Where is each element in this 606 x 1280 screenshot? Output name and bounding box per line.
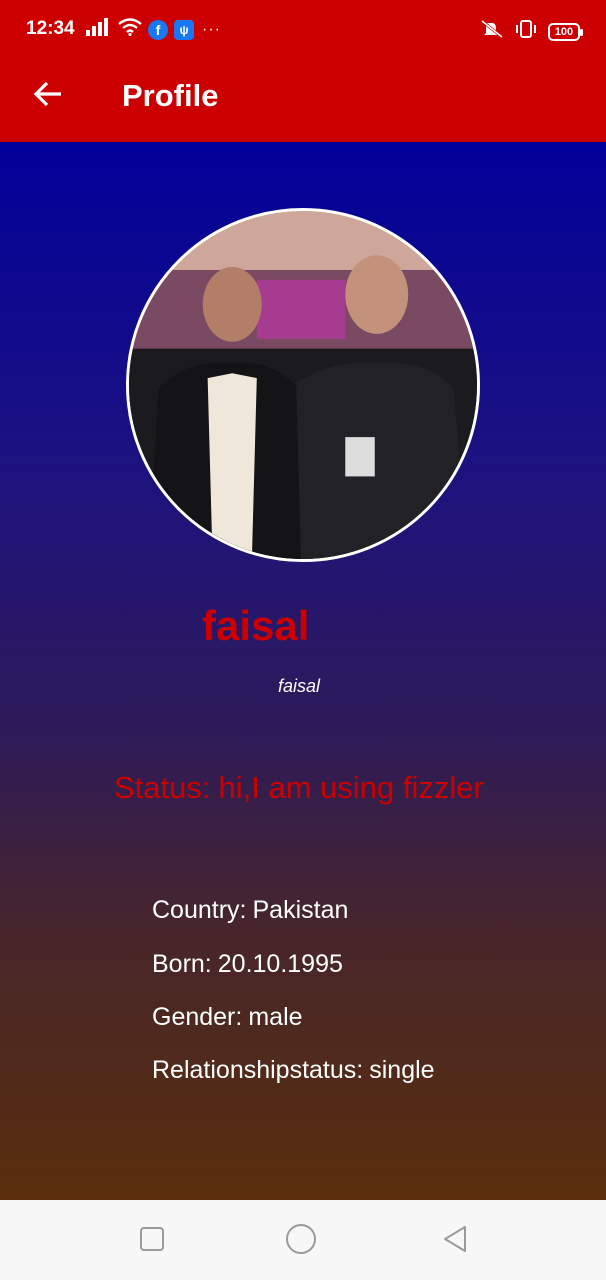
gender-value: male [248,1003,303,1031]
app-bar: Profile [0,60,606,142]
avatar[interactable] [126,208,480,562]
gender-label: Gender: [152,1003,243,1031]
relationship-label: Relationshipstatus: [152,1056,364,1084]
profile-content: faisal faisal Status: hi,I am using fizzl… [0,142,606,1200]
born-label: Born: [152,950,212,978]
facebook-icon: f [148,19,168,40]
country-value: Pakistan [252,896,349,924]
wifi-icon [118,18,142,41]
country-row: Country: Pakistan [152,896,348,925]
recent-apps-icon [139,1226,165,1257]
usb-icon: ψ [174,19,194,40]
home-button[interactable] [286,1223,316,1256]
recent-apps-button[interactable] [137,1226,167,1256]
arrow-left-icon [33,81,63,112]
back-button[interactable] [28,76,68,116]
home-icon [285,1223,317,1260]
battery-icon: 100 [548,22,583,41]
status-bar: 12:34 f ψ ··· 100 [0,0,606,60]
relationship-value: single [369,1056,435,1084]
system-nav-bar [0,1200,606,1280]
status-label: Status: [114,770,211,805]
mute-vibrate-icon [480,19,504,44]
more-dots-icon: ··· [202,20,221,38]
relationship-row: Relationshipstatus: single [152,1056,435,1085]
born-value: 20.10.1995 [217,950,343,978]
status-right-icons: 100 [480,19,583,44]
status-time: 12:34 [26,18,75,39]
profile-username: faisal [278,676,321,696]
status-value: hi,I am using fizzler [218,770,484,805]
page-title: Profile [122,78,219,113]
gender-row: Gender: male [152,1003,303,1032]
back-triangle-icon [441,1224,469,1259]
status-left-icons: f ψ ··· [86,18,221,41]
country-label: Country: [152,896,247,924]
profile-name: faisal [202,602,310,649]
vibrate-icon [514,19,538,44]
signal-icon [86,18,112,41]
profile-status: Status: hi,I am using fizzler [114,770,492,806]
back-nav-button[interactable] [440,1224,470,1259]
born-row: Born: 20.10.1995 [152,950,343,979]
